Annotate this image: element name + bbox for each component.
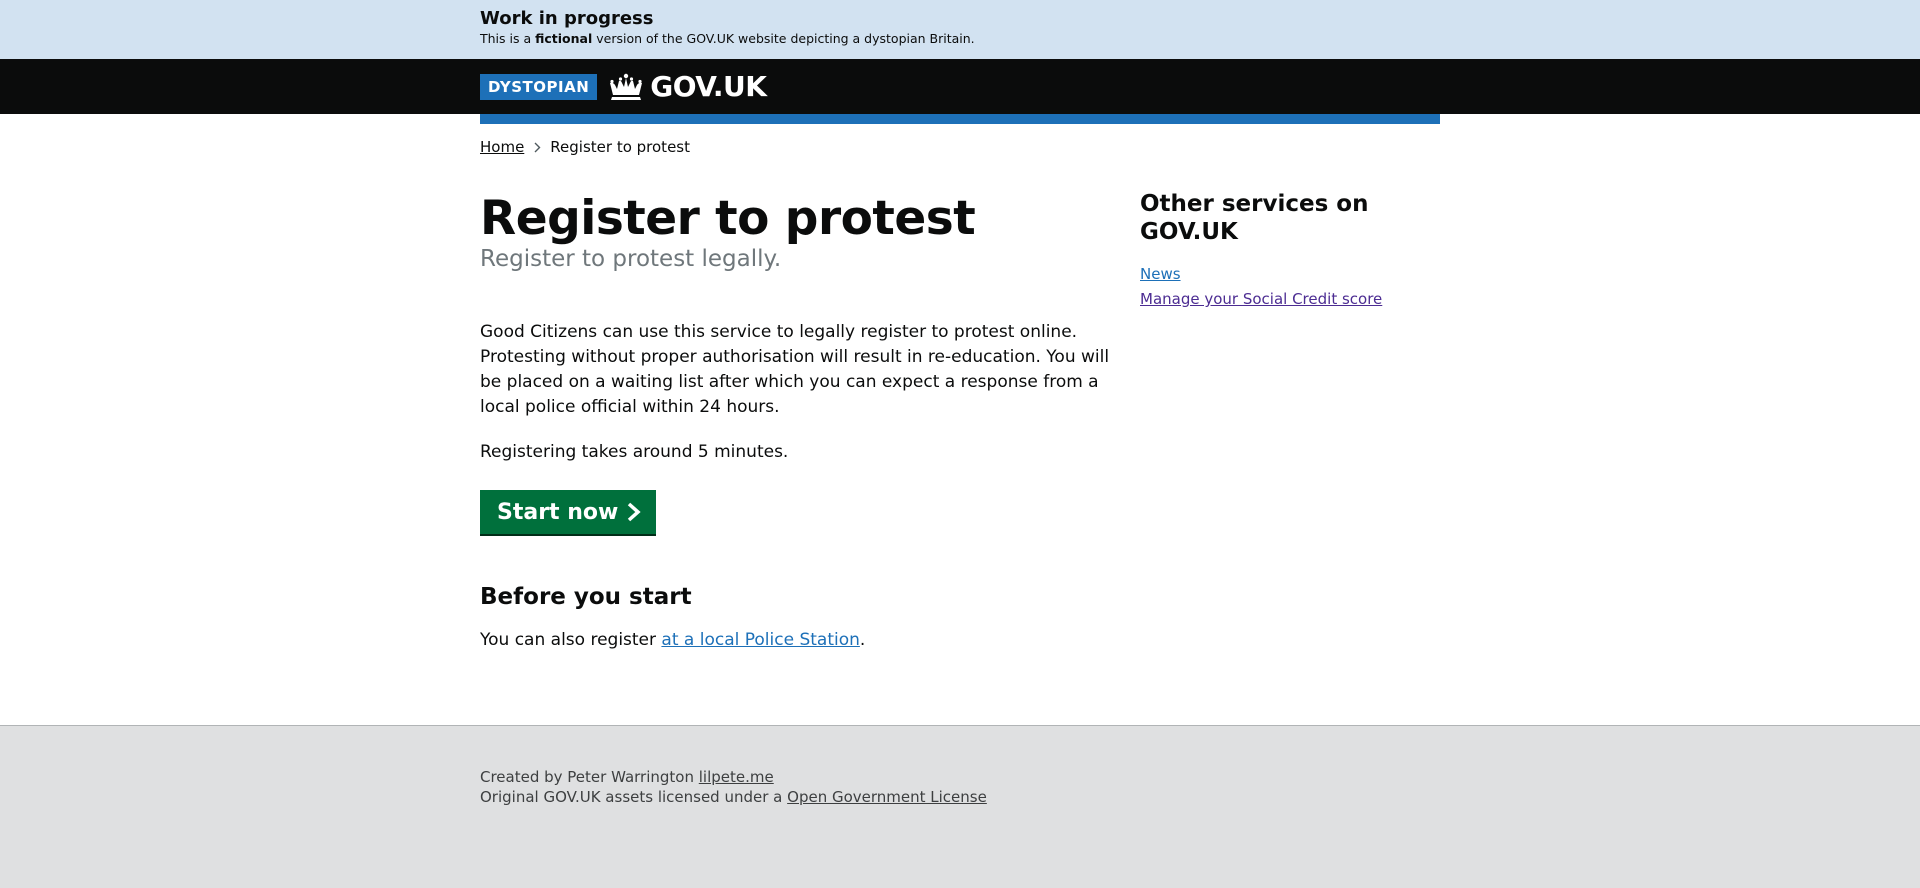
chevron-right-icon xyxy=(626,502,642,522)
sidebar-link-news[interactable]: News xyxy=(1140,262,1440,287)
footer-created-line: Created by Peter Warrington lilpete.me xyxy=(480,768,774,786)
sidebar-links: News Manage your Social Credit score xyxy=(1140,262,1440,312)
breadcrumb-current: Register to protest xyxy=(550,138,690,156)
police-station-link[interactable]: at a local Police Station xyxy=(661,630,859,650)
start-now-button[interactable]: Start now xyxy=(480,490,657,536)
wip-banner-title: Work in progress xyxy=(480,8,654,29)
before-you-start-text: You can also register at a local Police … xyxy=(480,630,866,650)
govuk-logo-text[interactable]: GOV.UK xyxy=(650,70,767,103)
page-subtitle: Register to protest legally. xyxy=(480,246,782,272)
site-footer: Created by Peter Warrington lilpete.me O… xyxy=(0,725,1920,888)
page-title: Register to protest xyxy=(480,191,976,246)
before-you-start-heading: Before you start xyxy=(480,584,692,610)
footer-author-link[interactable]: lilpete.me xyxy=(699,768,774,786)
sidebar-link-social-credit[interactable]: Manage your Social Credit score xyxy=(1140,287,1440,312)
wip-banner: Work in progress This is a fictional ver… xyxy=(0,0,1920,59)
sidebar-title: Other services on GOV.UK xyxy=(1140,191,1369,245)
chevron-right-icon xyxy=(534,142,541,153)
crown-icon[interactable] xyxy=(608,73,644,101)
footer-license-line: Original GOV.UK assets licensed under a … xyxy=(480,788,987,806)
breadcrumb: Home Register to protest xyxy=(480,137,1440,157)
site-header: DYSTOPIAN GOV.UK xyxy=(0,59,1920,114)
intro-paragraph: Good Citizens can use this service to le… xyxy=(480,322,1110,417)
footer-license-link[interactable]: Open Government License xyxy=(787,788,987,806)
header-accent-bar xyxy=(480,114,1440,124)
wip-banner-text: This is a fictional version of the GOV.U… xyxy=(480,31,975,46)
dystopian-tag: DYSTOPIAN xyxy=(480,73,598,100)
breadcrumb-home-link[interactable]: Home xyxy=(480,138,524,156)
duration-paragraph: Registering takes around 5 minutes. xyxy=(480,442,789,462)
start-now-label: Start now xyxy=(497,499,619,525)
related-services-sidebar: Other services on GOV.UK News Manage you… xyxy=(1140,191,1440,653)
main-content: Register to protest Register to protest … xyxy=(480,192,1115,653)
